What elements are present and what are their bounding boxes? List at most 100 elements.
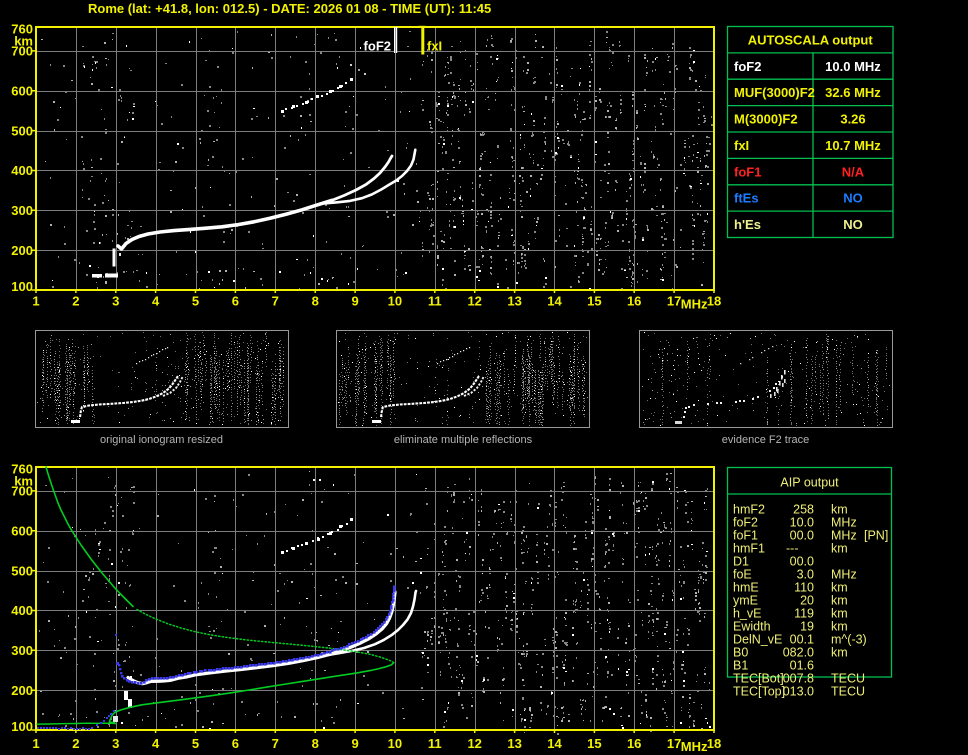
svg-text:km: km: [831, 646, 848, 660]
svg-text:[PN]: [PN]: [864, 529, 888, 543]
svg-text:foF1: foF1: [734, 164, 761, 179]
svg-text:6: 6: [232, 294, 239, 309]
svg-text:AIP output: AIP output: [780, 476, 839, 490]
svg-text:9: 9: [351, 736, 358, 751]
svg-text:MHz: MHz: [681, 297, 708, 312]
svg-text:3.26: 3.26: [840, 112, 865, 127]
svg-text:10.0 MHz: 10.0 MHz: [825, 59, 881, 74]
svg-text:foE: foE: [733, 568, 752, 582]
svg-text:DelN_vE: DelN_vE: [733, 633, 782, 647]
svg-text:M(3000)F2: M(3000)F2: [734, 112, 798, 127]
svg-text:14: 14: [547, 736, 562, 751]
svg-text:100: 100: [11, 719, 33, 734]
svg-text:7: 7: [272, 294, 279, 309]
svg-text:m^(-3): m^(-3): [831, 633, 867, 647]
svg-text:100: 100: [11, 279, 33, 294]
svg-text:5: 5: [192, 736, 199, 751]
svg-text:Rome (lat: +41.8, lon: 012.5): Rome (lat: +41.8, lon: 012.5) - DATE: 20…: [88, 1, 491, 16]
svg-text:500: 500: [11, 123, 33, 138]
svg-text:18: 18: [707, 736, 721, 751]
svg-text:15: 15: [587, 736, 601, 751]
svg-text:TEC[Bot]: TEC[Bot]: [733, 672, 784, 686]
svg-text:110: 110: [794, 581, 814, 595]
svg-text:14: 14: [547, 294, 562, 309]
svg-text:km: km: [14, 34, 33, 49]
svg-text:km: km: [831, 620, 848, 634]
svg-text:12: 12: [467, 736, 481, 751]
svg-text:6: 6: [232, 736, 239, 751]
svg-text:10: 10: [388, 736, 402, 751]
svg-text:D1: D1: [733, 555, 749, 569]
svg-text:ymE: ymE: [733, 594, 758, 608]
svg-text:13: 13: [507, 736, 521, 751]
svg-text:500: 500: [11, 563, 33, 578]
svg-text:32.6 MHz: 32.6 MHz: [825, 85, 881, 100]
svg-text:fxI: fxI: [734, 138, 749, 153]
svg-text:AUTOSCALA output: AUTOSCALA output: [748, 32, 874, 47]
svg-text:119: 119: [794, 607, 814, 621]
svg-text:013.0: 013.0: [783, 685, 814, 699]
svg-text:13: 13: [507, 294, 521, 309]
svg-text:16: 16: [627, 736, 641, 751]
svg-text:10.7 MHz: 10.7 MHz: [825, 138, 881, 153]
svg-text:km: km: [831, 607, 848, 621]
svg-text:007.8: 007.8: [783, 672, 814, 686]
svg-text:---: ---: [786, 542, 799, 556]
svg-text:600: 600: [11, 84, 33, 99]
svg-text:fxI: fxI: [427, 39, 442, 54]
svg-text:3: 3: [112, 294, 119, 309]
svg-text:082.0: 082.0: [783, 646, 814, 660]
svg-text:600: 600: [11, 524, 33, 539]
svg-text:TECU: TECU: [831, 685, 865, 699]
svg-text:5: 5: [192, 294, 199, 309]
svg-text:18: 18: [707, 294, 721, 309]
svg-text:19: 19: [800, 620, 814, 634]
svg-text:17: 17: [667, 294, 681, 309]
svg-text:17: 17: [667, 736, 681, 751]
svg-text:258: 258: [793, 503, 814, 517]
svg-text:11: 11: [428, 294, 442, 309]
svg-text:km: km: [831, 581, 848, 595]
svg-text:ftEs: ftEs: [734, 191, 759, 206]
svg-text:hmE: hmE: [733, 581, 759, 595]
svg-text:400: 400: [11, 163, 33, 178]
svg-text:MHz: MHz: [681, 739, 708, 754]
svg-text:2: 2: [72, 294, 79, 309]
svg-text:evidence F2 trace: evidence F2 trace: [722, 434, 809, 446]
svg-text:MUF(3000)F2: MUF(3000)F2: [734, 85, 815, 100]
svg-text:foF1: foF1: [733, 529, 758, 543]
svg-text:10: 10: [388, 294, 402, 309]
svg-text:400: 400: [11, 603, 33, 618]
svg-text:TECU: TECU: [831, 672, 865, 686]
svg-text:20: 20: [800, 594, 814, 608]
svg-text:00.1: 00.1: [790, 633, 814, 647]
svg-text:11: 11: [428, 736, 442, 751]
svg-text:4: 4: [152, 294, 160, 309]
svg-text:300: 300: [11, 203, 33, 218]
svg-text:01.6: 01.6: [790, 659, 814, 673]
svg-text:4: 4: [152, 736, 160, 751]
svg-text:hmF2: hmF2: [733, 503, 765, 517]
svg-text:Ewidth: Ewidth: [733, 620, 771, 634]
svg-text:km: km: [831, 503, 848, 517]
svg-text:km: km: [14, 474, 33, 489]
svg-text:h'Es: h'Es: [734, 217, 761, 232]
svg-text:hmF1: hmF1: [733, 542, 765, 556]
svg-text:N/A: N/A: [842, 164, 865, 179]
svg-text:12: 12: [467, 294, 481, 309]
svg-text:B0: B0: [733, 646, 748, 660]
svg-text:15: 15: [587, 294, 601, 309]
svg-text:original ionogram resized: original ionogram resized: [100, 434, 223, 446]
svg-text:8: 8: [312, 736, 319, 751]
svg-text:8: 8: [312, 294, 319, 309]
svg-text:MHz: MHz: [831, 516, 857, 530]
svg-text:7: 7: [272, 736, 279, 751]
svg-text:B1: B1: [733, 659, 748, 673]
svg-text:TEC[Top]: TEC[Top]: [733, 685, 785, 699]
svg-text:9: 9: [351, 294, 358, 309]
svg-text:200: 200: [11, 683, 33, 698]
svg-text:00.0: 00.0: [790, 529, 814, 543]
svg-text:3: 3: [112, 736, 119, 751]
svg-text:MHz: MHz: [831, 529, 857, 543]
svg-text:foF2: foF2: [364, 39, 391, 54]
